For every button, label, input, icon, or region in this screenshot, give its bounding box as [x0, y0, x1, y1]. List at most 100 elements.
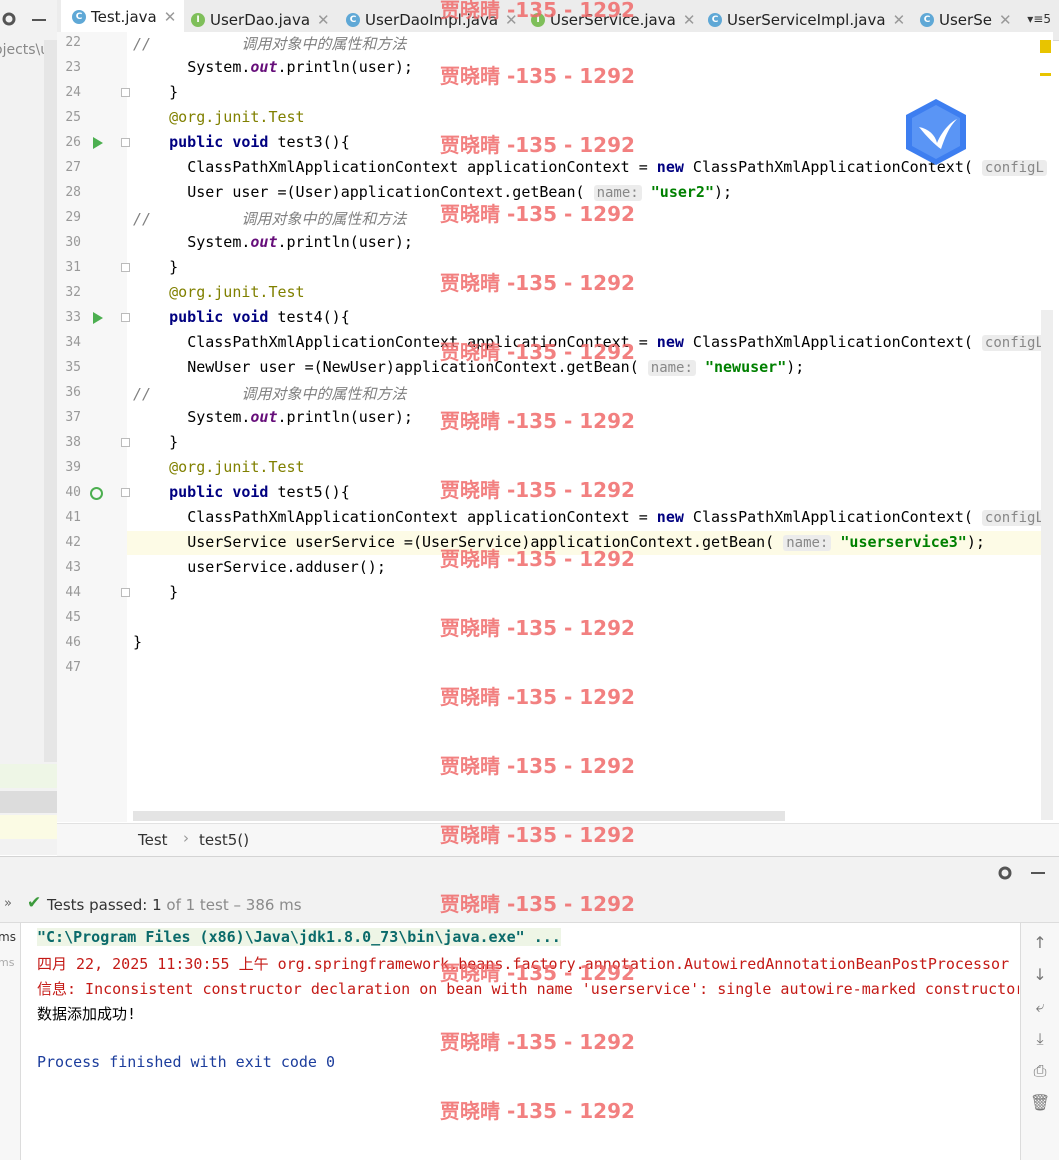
run-test-icon[interactable]	[93, 137, 103, 149]
code-token: out	[250, 58, 278, 76]
code-line-26[interactable]: public void test3(){	[133, 133, 350, 151]
code-line-41[interactable]: ClassPathXmlApplicationContext applicati…	[133, 508, 1047, 526]
console-command-line[interactable]: "C:\Program Files (x86)\Java\jdk1.8.0_73…	[37, 928, 561, 946]
code-line-25[interactable]: @org.junit.Test	[133, 108, 304, 126]
keyword: new	[656, 333, 684, 351]
close-icon[interactable]: ✕	[317, 11, 330, 29]
code-token: System.	[187, 233, 251, 251]
tab-label: Test.java	[91, 8, 157, 26]
console-exit-line: Process finished with exit code 0	[37, 1053, 336, 1071]
soft-wrap-icon[interactable]: ⤶	[1030, 997, 1050, 1017]
print-icon[interactable]: ⎙	[1030, 1061, 1050, 1081]
line-number: 40	[65, 485, 81, 500]
project-row[interactable]	[0, 764, 57, 788]
rerun-test-icon[interactable]	[90, 487, 103, 500]
code-token: User user =(User)applicationContext.getB…	[187, 183, 585, 201]
tab-label: UserDaoImpl.java	[365, 11, 499, 29]
code-token: ClassPathXmlApplicationContext(	[683, 333, 973, 351]
code-line-22[interactable]: // 调用对象中的属性和方法	[133, 33, 406, 54]
vertical-scrollbar[interactable]	[1041, 310, 1053, 820]
fold-marker-icon[interactable]	[121, 488, 130, 497]
test-duration: ms	[0, 956, 15, 969]
arrow-up-icon[interactable]: ↑	[1030, 933, 1050, 953]
line-number: 38	[65, 435, 81, 450]
line-number: 43	[65, 560, 81, 575]
warning-marker[interactable]	[1040, 40, 1051, 53]
breadcrumb-method[interactable]: test5()	[199, 831, 249, 849]
minimize-icon[interactable]	[32, 19, 46, 21]
fold-marker-icon[interactable]	[121, 263, 130, 272]
code-line-32[interactable]: @org.junit.Test	[133, 283, 304, 301]
project-panel: ojects\u	[0, 0, 57, 855]
code-line-35[interactable]: NewUser user =(NewUser)applicationContex…	[133, 358, 804, 376]
gear-icon[interactable]	[0, 10, 18, 28]
code-line-30[interactable]: System.out.println(user);	[133, 233, 413, 251]
project-path[interactable]: ojects\u	[0, 42, 49, 58]
console-log-line: 四月 22, 2025 11:30:55 上午 org.springframew…	[37, 955, 1010, 973]
close-icon[interactable]: ✕	[893, 11, 906, 29]
code-line-31[interactable]: }	[133, 258, 178, 276]
test-result-summary: Tests passed: 1 of 1 test – 386 ms	[47, 896, 302, 914]
line-number: 36	[65, 385, 81, 400]
code-line-38[interactable]: }	[133, 433, 178, 451]
breadcrumb-separator: ›	[183, 829, 189, 847]
line-number: 23	[65, 60, 81, 75]
code-line-46[interactable]: }	[133, 633, 142, 651]
close-icon[interactable]: ✕	[505, 11, 518, 29]
warning-marker[interactable]	[1040, 73, 1051, 76]
minimize-icon[interactable]	[1031, 872, 1045, 874]
test-tree[interactable]: ms ms	[0, 923, 21, 1160]
scroll-to-end-icon[interactable]: ⤓	[1030, 1029, 1050, 1049]
line-number: 41	[65, 510, 81, 525]
check-icon: ✔	[27, 893, 42, 913]
code-line-44[interactable]: }	[133, 583, 178, 601]
fold-marker-icon[interactable]	[121, 438, 130, 447]
keyword: void	[232, 308, 269, 326]
code-line-28[interactable]: User user =(User)applicationContext.getB…	[133, 183, 732, 201]
close-icon[interactable]: ✕	[164, 8, 177, 26]
code-line-24[interactable]: }	[133, 83, 178, 101]
code-line-36[interactable]: // 调用对象中的属性和方法	[133, 383, 406, 404]
gear-icon[interactable]	[996, 864, 1014, 882]
project-row[interactable]	[0, 815, 57, 839]
fold-marker-icon[interactable]	[121, 588, 130, 597]
code-line-29[interactable]: // 调用对象中的属性和方法	[133, 208, 406, 229]
code-token: }	[133, 633, 143, 651]
expand-chevron-icon[interactable]: »	[4, 896, 12, 911]
console-output[interactable]: "C:\Program Files (x86)\Java\jdk1.8.0_73…	[21, 923, 1019, 1160]
code-line-43[interactable]: userService.adduser();	[133, 558, 386, 576]
horizontal-scrollbar[interactable]	[133, 811, 785, 821]
code-line-33[interactable]: public void test4(){	[133, 308, 350, 326]
fold-marker-icon[interactable]	[121, 88, 130, 97]
code-line-39[interactable]: @org.junit.Test	[133, 458, 304, 476]
project-scrollbar[interactable]	[44, 40, 57, 762]
code-token: }	[169, 583, 179, 601]
code-line-23[interactable]: System.out.println(user);	[133, 58, 413, 76]
code-token: test5(){	[268, 483, 350, 501]
code-token: ClassPathXmlApplicationContext applicati…	[187, 508, 657, 526]
line-number: 47	[65, 660, 81, 675]
keyword: new	[656, 508, 684, 526]
arrow-down-icon[interactable]: ↓	[1030, 965, 1050, 985]
code-line-42[interactable]: UserService userService =(UserService)ap…	[133, 533, 985, 551]
project-row[interactable]	[0, 791, 57, 813]
code-token: ClassPathXmlApplicationContext(	[683, 508, 973, 526]
code-token: System.	[187, 58, 251, 76]
tab-label: UserService.java	[550, 11, 676, 29]
fold-marker-icon[interactable]	[121, 313, 130, 322]
close-icon[interactable]: ✕	[683, 11, 696, 29]
fold-marker-icon[interactable]	[121, 138, 130, 147]
keyword: public	[169, 483, 224, 501]
console-log-line: 信息: Inconsistent constructor declaration…	[37, 980, 1019, 998]
comment-text: 调用对象中的属性和方法	[241, 210, 407, 228]
code-line-40[interactable]: public void test5(){	[133, 483, 350, 501]
code-line-34[interactable]: ClassPathXmlApplicationContext applicati…	[133, 333, 1047, 351]
trash-icon[interactable]: 🗑	[1030, 1093, 1050, 1113]
run-test-icon[interactable]	[93, 312, 103, 324]
tab-overflow-menu[interactable]: ▾≡5	[1027, 12, 1051, 26]
breadcrumb-class[interactable]: Test	[138, 831, 168, 849]
code-token: );	[786, 358, 805, 376]
code-line-37[interactable]: System.out.println(user);	[133, 408, 413, 426]
string-literal: "userservice3"	[840, 533, 967, 551]
close-icon[interactable]: ✕	[999, 11, 1012, 29]
